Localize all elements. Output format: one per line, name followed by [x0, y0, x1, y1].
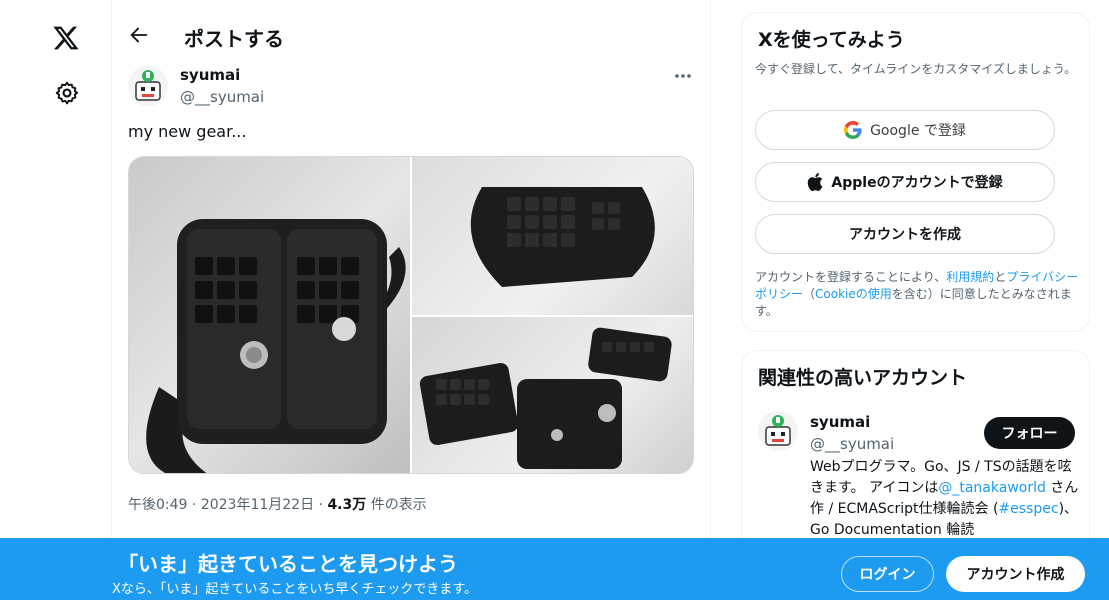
google-icon [844, 121, 862, 139]
left-rail [0, 0, 112, 600]
author-name[interactable]: syumai [180, 66, 240, 84]
meta-separator: · [191, 497, 197, 513]
cookie-use-link[interactable]: Cookieの使用 [815, 287, 892, 301]
more-icon[interactable] [672, 66, 694, 86]
apple-signup-label: Appleのアカウントで登録 [831, 175, 1003, 191]
post-column: ポストする syumai @__syumai my new gear... 午後… [112, 0, 711, 600]
banner-create-account-button[interactable]: アカウント作成 [946, 556, 1085, 592]
meta-separator: · [318, 497, 323, 513]
media-photo-1[interactable] [129, 157, 410, 473]
create-account-button[interactable]: アカウントを作成 [755, 214, 1055, 254]
signup-card: Xを使ってみよう 今すぐ登録して、タイムラインをカスタマイズしましょう。 Goo… [741, 12, 1090, 332]
views-count: 4.3万 [327, 497, 367, 513]
bio-hashtag-link[interactable]: #esspec [998, 501, 1058, 517]
apple-icon [808, 173, 823, 191]
avatar[interactable] [758, 411, 798, 451]
related-name[interactable]: syumai [810, 413, 870, 431]
back-arrow-icon[interactable] [128, 24, 150, 46]
page-title: ポストする [184, 27, 284, 51]
related-title: 関連性の高いアカウント [758, 367, 968, 389]
avatar[interactable] [128, 66, 168, 106]
google-signup-button[interactable]: Google で登録 [755, 110, 1055, 150]
post-time[interactable]: 午後0:49 [128, 497, 187, 513]
login-button[interactable]: ログイン [841, 556, 934, 592]
signup-terms: アカウントを登録することにより、利用規約とプライバシーポリシー（Cookieの使… [755, 269, 1085, 320]
related-handle[interactable]: @__syumai [810, 435, 894, 453]
x-logo-icon[interactable] [52, 24, 80, 52]
signup-subtitle: 今すぐ登録して、タイムラインをカスタマイズしましょう。 [755, 62, 1077, 76]
media-photo-3[interactable] [412, 317, 693, 473]
signup-banner: 「いま」起きていることを見つけよう Xなら、「いま」起きていることをいち早くチェ… [0, 538, 1109, 600]
media-photo-2[interactable] [412, 157, 693, 315]
views-label: 件の表示 [370, 497, 427, 513]
signup-title: Xを使ってみよう [758, 29, 905, 51]
create-account-label: アカウントを作成 [849, 227, 961, 243]
banner-title: 「いま」起きていることを見つけよう [118, 552, 458, 576]
banner-subtitle: Xなら、「いま」起きていることをいち早くチェックできます。 [112, 582, 478, 597]
apple-signup-button[interactable]: Appleのアカウントで登録 [755, 162, 1055, 202]
post-header: ポストする [112, 0, 711, 72]
post-media [128, 156, 694, 474]
terms-text: と [994, 270, 1007, 284]
google-signup-label: Google で登録 [870, 123, 966, 139]
bio-mention-link[interactable]: @_tanakaworld [938, 480, 1046, 496]
gear-icon[interactable] [54, 80, 80, 106]
terms-text: アカウントを登録することにより、 [755, 270, 947, 284]
author-handle[interactable]: @__syumai [180, 88, 264, 106]
follow-button[interactable]: フォロー [984, 417, 1075, 449]
post-date[interactable]: 2023年11月22日 [201, 497, 314, 513]
terms-of-service-link[interactable]: 利用規約 [946, 270, 994, 284]
related-bio: Webプログラマ。Go、JS / TSの話題を呟きます。 アイコンは@_tana… [810, 457, 1080, 541]
post-meta: 午後0:49 · 2023年11月22日 · 4.3万 件の表示 [128, 494, 427, 514]
post-text: my new gear... [128, 122, 247, 141]
terms-text: （ [803, 287, 816, 301]
